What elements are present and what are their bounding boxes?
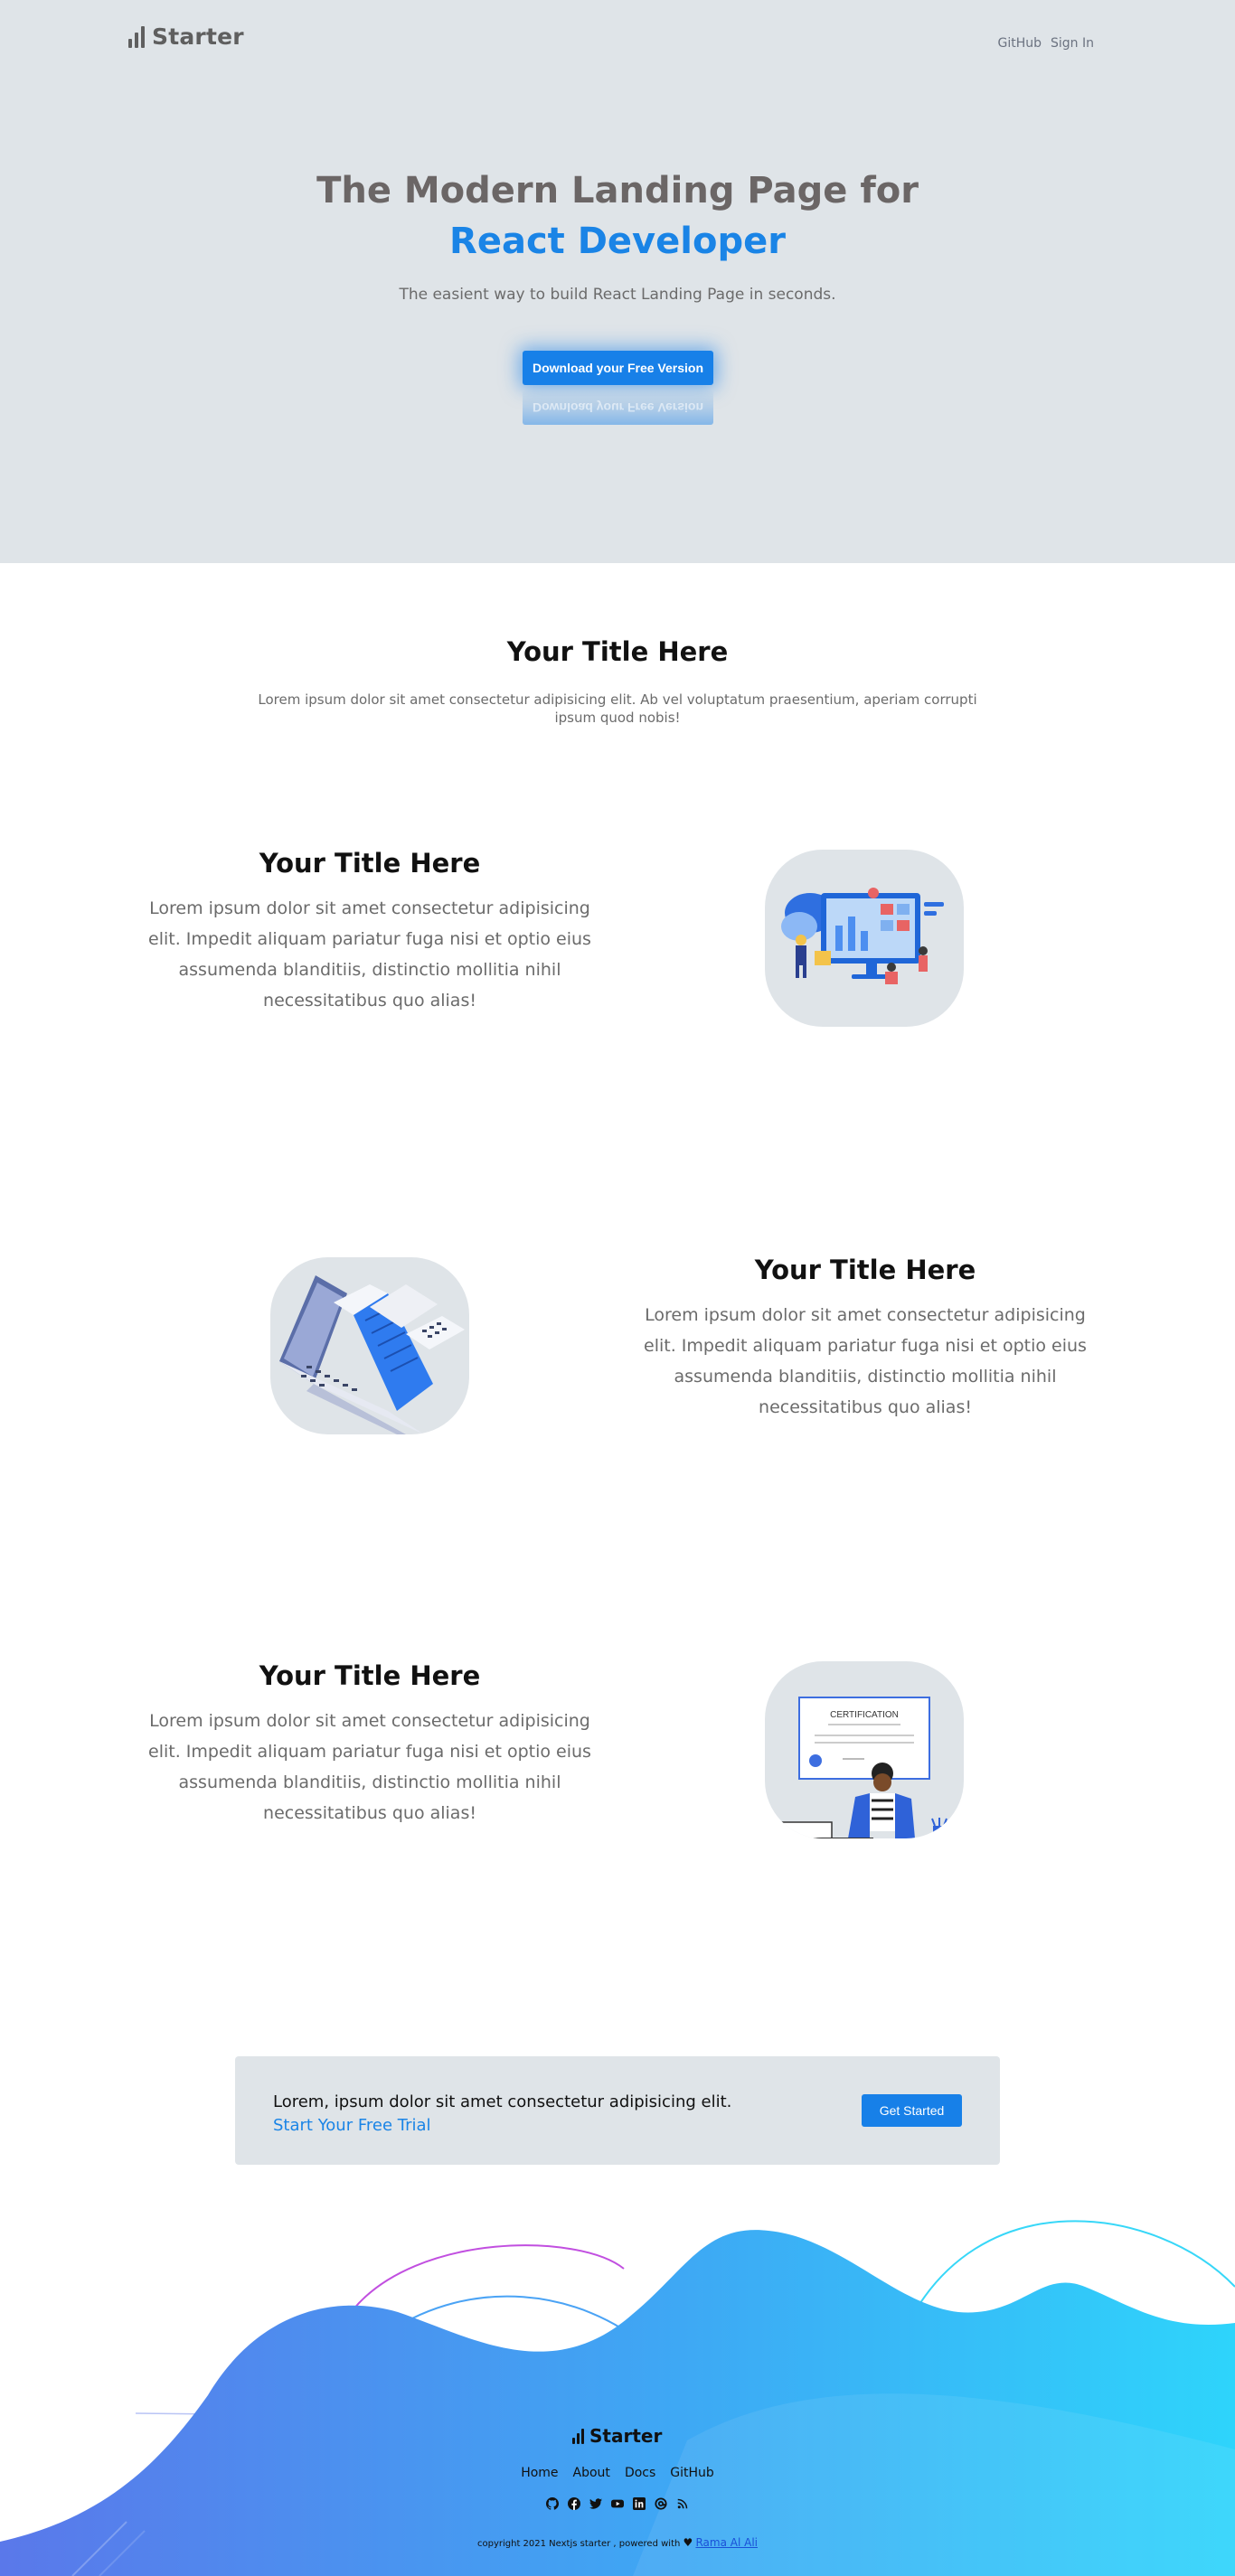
nav-link-sign-in[interactable]: Sign In bbox=[1051, 36, 1094, 51]
footer-link-home[interactable]: Home bbox=[521, 2466, 558, 2480]
footer-link-github[interactable]: GitHub bbox=[670, 2466, 714, 2480]
footer-nav: Home About Docs GitHub bbox=[0, 2466, 1235, 2480]
linkedin-icon[interactable] bbox=[632, 2496, 646, 2511]
feature-2-image bbox=[270, 1257, 469, 1434]
intro-title: Your Title Here bbox=[506, 636, 729, 667]
email-icon[interactable] bbox=[654, 2496, 668, 2511]
top-nav: GitHub Sign In bbox=[997, 36, 1094, 51]
feature-3-image: CERTIFICATION bbox=[765, 1661, 964, 1838]
rss-icon[interactable] bbox=[675, 2496, 690, 2511]
dashboard-team-illustration bbox=[781, 888, 944, 984]
bar-chart-icon bbox=[572, 2428, 584, 2444]
footer-link-docs[interactable]: Docs bbox=[625, 2466, 655, 2480]
laptop-receipt-illustration bbox=[279, 1275, 465, 1434]
certification-illustration: CERTIFICATION bbox=[765, 1697, 947, 1838]
brand-logo[interactable]: Starter bbox=[128, 24, 244, 50]
bar-chart-icon bbox=[128, 25, 145, 48]
feature-2-body: Lorem ipsum dolor sit amet consectetur a… bbox=[644, 1305, 1087, 1417]
cta-banner: Lorem, ipsum dolor sit amet consectetur … bbox=[235, 2056, 1000, 2165]
heart-icon: ♥ bbox=[683, 2536, 693, 2549]
hero-subtitle: The easient way to build React Landing P… bbox=[399, 286, 836, 304]
download-button-reflection: Download your Free Version bbox=[523, 390, 713, 425]
twitter-icon[interactable] bbox=[589, 2496, 603, 2511]
hero-section: Starter GitHub Sign In The Modern Landin… bbox=[0, 0, 1235, 563]
footer-wave-background bbox=[0, 2220, 1235, 2576]
certificate-heading: CERTIFICATION bbox=[830, 1710, 899, 1720]
github-icon[interactable] bbox=[545, 2496, 560, 2511]
hero-title-line1: The Modern Landing Page for bbox=[316, 170, 919, 212]
hero-title-line2: React Developer bbox=[449, 221, 786, 262]
feature-1-body: Lorem ipsum dolor sit amet consectetur a… bbox=[148, 898, 591, 1011]
feature-1-image bbox=[765, 850, 964, 1027]
footer-social-links bbox=[0, 2496, 1235, 2511]
facebook-icon[interactable] bbox=[567, 2496, 581, 2511]
author-link[interactable]: Rama Al Ali bbox=[695, 2536, 758, 2549]
feature-1-text: Your Title Here Lorem ipsum dolor sit am… bbox=[135, 848, 605, 1016]
brand-name: Starter bbox=[152, 24, 244, 50]
feature-1-title: Your Title Here bbox=[259, 848, 481, 879]
copyright-text: copyright 2021 Nextjs starter , powered … bbox=[477, 2539, 681, 2549]
nav-link-github[interactable]: GitHub bbox=[997, 36, 1042, 51]
intro-text: Lorem ipsum dolor sit amet consectetur a… bbox=[258, 691, 977, 726]
feature-2-text: Your Title Here Lorem ipsum dolor sit am… bbox=[630, 1255, 1100, 1423]
feature-3-body: Lorem ipsum dolor sit amet consectetur a… bbox=[148, 1711, 591, 1823]
footer-brand-logo[interactable]: Starter bbox=[572, 2425, 662, 2447]
cta-banner-text: Lorem, ipsum dolor sit amet consectetur … bbox=[273, 2092, 732, 2111]
footer-brand-name: Starter bbox=[589, 2425, 663, 2447]
footer-link-about[interactable]: About bbox=[573, 2466, 610, 2480]
get-started-button[interactable]: Get Started bbox=[862, 2094, 962, 2127]
free-trial-link[interactable]: Start Your Free Trial bbox=[273, 2116, 431, 2135]
feature-3-text: Your Title Here Lorem ipsum dolor sit am… bbox=[135, 1660, 605, 1829]
footer-copyright: copyright 2021 Nextjs starter , powered … bbox=[0, 2536, 1235, 2549]
download-button[interactable]: Download your Free Version bbox=[523, 351, 713, 385]
feature-2-title: Your Title Here bbox=[754, 1255, 976, 1285]
feature-3-title: Your Title Here bbox=[259, 1660, 481, 1691]
youtube-icon[interactable] bbox=[610, 2496, 625, 2511]
